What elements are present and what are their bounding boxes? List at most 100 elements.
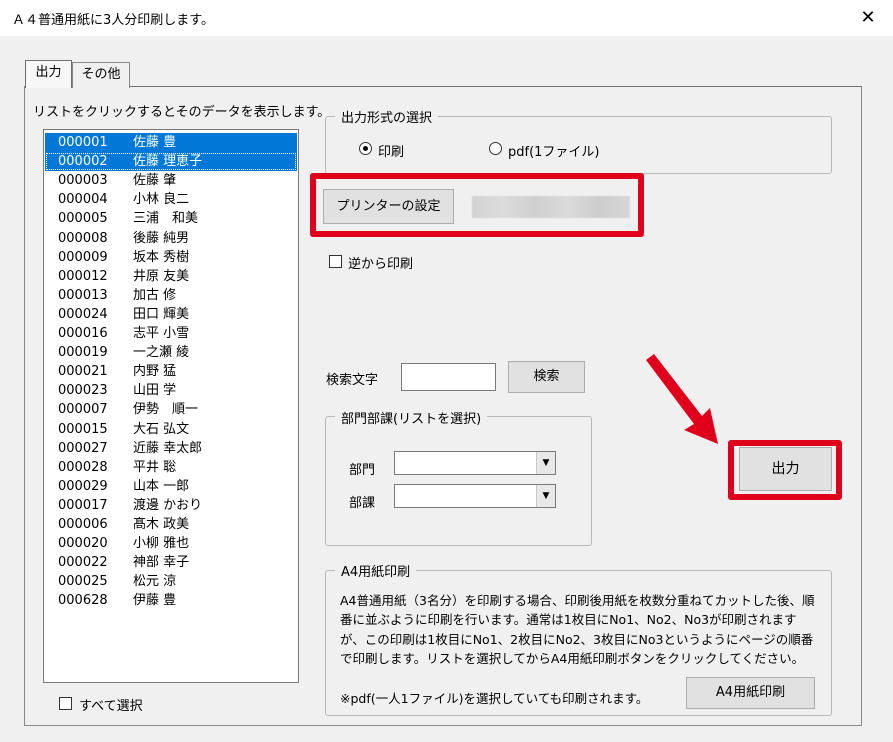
search-button[interactable]: 検索: [508, 361, 585, 393]
chevron-down-icon[interactable]: ▼: [536, 452, 555, 474]
list-item[interactable]: 000007 伊勢 順一: [45, 400, 297, 419]
list-item-id: 000015: [58, 421, 108, 437]
a4-description: A4普通用紙（3名分）を印刷する場合、印刷後用紙を枚数分重ねてカットした後、順番…: [340, 593, 815, 667]
chevron-down-icon[interactable]: ▼: [536, 485, 555, 507]
tab-other[interactable]: その他: [72, 62, 130, 88]
list-item-name: 山田 学: [133, 383, 177, 399]
pdf-radio-label: pdf(1ファイル): [508, 145, 600, 160]
list-item-id: 000029: [58, 478, 108, 494]
title-bar: Ａ４普通用紙に3人分印刷します。 ✕: [0, 0, 893, 36]
list-item[interactable]: 000006 髙木 政美: [45, 515, 297, 534]
pdf-radio[interactable]: [489, 142, 502, 155]
close-icon: ✕: [860, 7, 876, 28]
list-item-id: 000022: [58, 555, 108, 571]
list-item-name: 小柳 雅也: [133, 536, 190, 552]
list-item[interactable]: 000028 平井 聡: [45, 458, 297, 477]
output-button[interactable]: 出力: [739, 447, 832, 491]
list-item[interactable]: 000001 佐藤 豊: [45, 133, 297, 152]
section-combobox[interactable]: ▼: [394, 484, 556, 508]
list-item-id: 000005: [58, 211, 108, 227]
list-item-name: 髙木 政美: [133, 517, 190, 532]
list-item-id: 000002: [58, 154, 108, 170]
printer-settings-button[interactable]: プリンターの設定: [323, 189, 454, 224]
dept-combobox[interactable]: ▼: [394, 451, 556, 475]
list-item-name: 伊勢 順一: [133, 402, 199, 418]
list-item[interactable]: 000008 後藤 純男: [45, 229, 297, 248]
list-item[interactable]: 000002 佐藤 理恵子: [45, 152, 297, 172]
list-item-id: 000001: [58, 135, 108, 150]
a4-note: ※pdf(一人1ファイル)を選択していても印刷されます。: [340, 691, 649, 706]
list-item-name: 小林 良二: [133, 192, 190, 208]
list-item-name: 一之瀬 綾: [133, 345, 190, 361]
list-item-name: 佐藤 肇: [133, 173, 177, 189]
list-item-name: 志平 小雪: [133, 326, 190, 341]
print-radio-label: 印刷: [378, 145, 405, 160]
list-item-id: 000012: [58, 268, 108, 284]
a4-print-button[interactable]: A4用紙印刷: [686, 677, 815, 709]
list-item-id: 000017: [58, 497, 108, 513]
list-item[interactable]: 000015 大石 弘文: [45, 420, 297, 439]
list-item-name: 三浦 和美: [133, 211, 199, 227]
list-item[interactable]: 000016 志平 小雪: [45, 324, 297, 343]
list-item-id: 000023: [58, 383, 108, 399]
list-item[interactable]: 000005 三浦 和美: [45, 209, 297, 228]
list-item-name: 田口 輝美: [133, 306, 190, 322]
list-item-id: 000009: [58, 249, 108, 265]
list-item[interactable]: 000013 加古 修: [45, 286, 297, 305]
list-item[interactable]: 000021 内野 猛: [45, 362, 297, 381]
list-item[interactable]: 000025 松元 涼: [45, 572, 297, 591]
list-item-name: 坂本 秀樹: [133, 249, 190, 265]
list-item[interactable]: 000029 山本 一郎: [45, 477, 297, 496]
list-item-id: 000628: [58, 593, 108, 609]
search-label: 検索文字: [326, 373, 379, 388]
list-item-id: 000021: [58, 364, 108, 380]
search-input[interactable]: [401, 363, 496, 391]
close-button[interactable]: ✕: [850, 4, 886, 32]
list-item-name: 近藤 幸太郎: [133, 440, 203, 456]
list-item[interactable]: 000020 小柳 雅也: [45, 534, 297, 553]
department-legend: 部門部課(リストを選択): [335, 408, 488, 427]
list-item-id: 000025: [58, 574, 108, 590]
list-item-name: 松元 涼: [133, 574, 177, 590]
list-item[interactable]: 000022 神部 幸子: [45, 553, 297, 572]
list-item-name: 佐藤 豊: [133, 135, 177, 150]
list-item-id: 000007: [58, 402, 108, 418]
output-format-legend: 出力形式の選択: [335, 107, 439, 126]
list-caption: リストをクリックするとそのデータを表示します。: [33, 105, 331, 120]
list-item-id: 000027: [58, 440, 108, 456]
list-item-id: 000003: [58, 173, 108, 189]
employee-listbox[interactable]: 000001 佐藤 豊 000002 佐藤 理恵子 000003 佐藤 肇 000004 小林…: [43, 129, 299, 683]
list-item-id: 000020: [58, 536, 108, 552]
list-item-id: 000008: [58, 230, 108, 246]
list-item-id: 000019: [58, 345, 108, 361]
list-item-id: 000006: [58, 517, 108, 532]
list-item[interactable]: 000009 坂本 秀樹: [45, 248, 297, 267]
list-item[interactable]: 000017 渡邊 かおり: [45, 496, 297, 515]
list-item-name: 伊藤 豊: [133, 593, 177, 609]
printer-name-redacted: [472, 196, 630, 218]
select-all-label: すべて選択: [79, 699, 143, 714]
print-radio[interactable]: [359, 142, 372, 155]
a4-print-legend: A4用紙印刷: [335, 561, 417, 580]
window-title: Ａ４普通用紙に3人分印刷します。: [12, 13, 214, 28]
list-item[interactable]: 000003 佐藤 肇: [45, 171, 297, 190]
list-item-name: 内野 猛: [133, 364, 177, 380]
list-item[interactable]: 000628 伊藤 豊: [45, 591, 297, 610]
list-item[interactable]: 000004 小林 良二: [45, 190, 297, 209]
list-item-name: 加古 修: [133, 287, 177, 303]
list-item[interactable]: 000012 井原 友美: [45, 267, 297, 286]
select-all-checkbox[interactable]: [59, 697, 72, 710]
tab-output[interactable]: 出力: [25, 60, 72, 88]
pointer-arrow-icon: [646, 354, 718, 444]
dept-label: 部門: [349, 463, 376, 478]
reverse-print-checkbox[interactable]: [329, 255, 342, 268]
section-label: 部課: [349, 496, 376, 511]
list-item[interactable]: 000027 近藤 幸太郎: [45, 439, 297, 458]
list-item[interactable]: 000024 田口 輝美: [45, 305, 297, 324]
list-item[interactable]: 000019 一之瀬 綾: [45, 343, 297, 362]
list-item[interactable]: 000023 山田 学: [45, 381, 297, 400]
list-item-name: 井原 友美: [133, 268, 190, 284]
list-item-id: 000016: [58, 326, 108, 341]
list-item-name: 大石 弘文: [133, 421, 190, 437]
list-item-name: 神部 幸子: [133, 555, 190, 571]
